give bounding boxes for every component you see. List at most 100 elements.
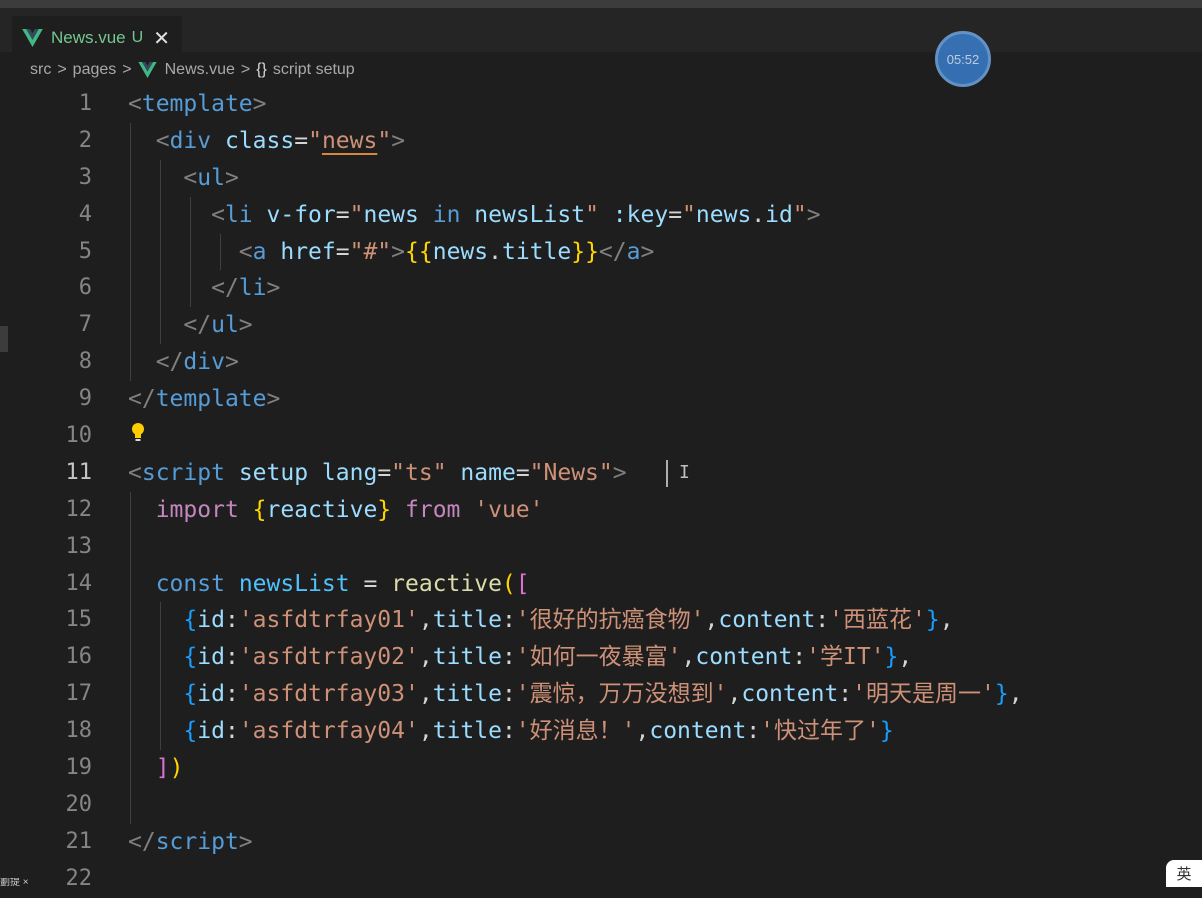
code-token: script [155, 828, 239, 855]
code-token: : [501, 644, 516, 671]
code-line[interactable]: 14 const newsList = reactive([ [0, 565, 1202, 603]
code-token: = [668, 201, 683, 228]
code-line[interactable]: 13 [0, 528, 1202, 566]
code-token: ( [501, 570, 516, 597]
line-number: 9 [78, 386, 92, 412]
code-token: div [183, 349, 225, 376]
code-line[interactable]: 19 ]) [0, 750, 1202, 787]
code-token: "#" [349, 238, 392, 265]
code-token: content [718, 607, 816, 634]
code-token: v-for [266, 201, 336, 228]
code-line[interactable]: 8 </div> [0, 344, 1202, 382]
text-caret [666, 459, 668, 487]
code-line[interactable]: 20 [0, 786, 1202, 824]
line-number: 2 [78, 127, 92, 153]
code-token: , [681, 644, 696, 671]
code-token: = [335, 238, 350, 265]
code-text: {id:'asfdtrfay02',title:'如何一夜暴富',content… [128, 639, 912, 676]
code-token: " [349, 201, 364, 228]
code-token: const [155, 570, 225, 597]
code-line[interactable]: 18 {id:'asfdtrfay04',title:'好消息！',conten… [0, 713, 1202, 751]
tab-filename: News.vue [51, 28, 126, 47]
code-token: } [994, 681, 1009, 708]
code-token: : [815, 607, 830, 634]
lightbulb-icon[interactable] [130, 422, 146, 444]
code-line[interactable]: 16 {id:'asfdtrfay02',title:'如何一夜暴富',cont… [0, 639, 1202, 677]
code-token: , [1008, 681, 1023, 708]
code-token: " [585, 201, 599, 228]
code-token: template [155, 386, 267, 413]
code-token: > [391, 127, 406, 154]
code-text: {id:'asfdtrfay04',title:'好消息！',content:'… [128, 713, 894, 750]
close-icon[interactable]: ✕ [153, 26, 170, 51]
code-token: id [765, 201, 793, 228]
code-line[interactable]: 10 [0, 418, 1202, 455]
line-number: 15 [65, 607, 93, 633]
code-token: : [224, 607, 239, 634]
editor-tab-bar: News.vue U ✕ [0, 8, 1202, 60]
code-token: , [418, 718, 433, 745]
window-title-bar [0, 0, 1202, 8]
line-number: 19 [65, 755, 93, 781]
code-token: , [727, 681, 742, 708]
code-token: } [925, 607, 940, 634]
code-token: < [128, 91, 142, 117]
breadcrumb-item-symbol[interactable]: script setup [273, 61, 355, 79]
breadcrumb: src > pages > News.vue > {} script setup [0, 52, 1202, 88]
code-token: " [682, 201, 696, 228]
code-token: } [879, 718, 894, 745]
code-text: </li> [128, 270, 280, 307]
code-token: ] [155, 755, 170, 782]
code-line[interactable]: 7 </ul> [0, 307, 1202, 345]
code-token: " [308, 127, 322, 154]
code-line[interactable]: 4 <li v-for="news in newsList" :key="new… [0, 196, 1202, 234]
code-token: }} [571, 238, 599, 265]
line-number: 16 [65, 644, 93, 670]
code-line[interactable]: 22 [0, 861, 1202, 898]
code-line[interactable]: 21 </script> [0, 824, 1202, 861]
code-token: title [501, 238, 572, 265]
code-line[interactable]: 17 {id:'asfdtrfay03',title:'震惊，万万没想到',co… [0, 676, 1202, 714]
code-token: } [377, 496, 392, 523]
breadcrumb-item-file[interactable]: News.vue [165, 61, 235, 79]
code-token: . [751, 201, 766, 228]
breadcrumb-item-pages[interactable]: pages [73, 61, 117, 79]
code-token: { [183, 718, 198, 745]
code-token: script [141, 459, 225, 486]
breadcrumb-item-src[interactable]: src [30, 61, 51, 79]
code-line[interactable]: 5 <a href="#">{{news.title}}</a> [0, 233, 1202, 271]
code-line[interactable]: 15 {id:'asfdtrfay01',title:'很好的抗癌食物',con… [0, 602, 1202, 640]
code-line[interactable]: 3 <ul> [0, 159, 1202, 197]
code-token: '好消息！' [515, 718, 636, 745]
line-number: 18 [65, 718, 93, 744]
code-text: ]) [128, 750, 184, 787]
code-token: { [183, 607, 198, 634]
code-token: href [280, 238, 336, 265]
code-token: '很好的抗癌食物' [515, 607, 705, 634]
code-line[interactable]: 11 <script setup lang="ts" name="News"> I [0, 455, 1202, 492]
code-token: {{ [405, 238, 433, 265]
code-line[interactable]: 6 </li> [0, 270, 1202, 308]
code-line[interactable]: 2 <div class="news"> [0, 122, 1202, 160]
code-editor[interactable]: 1 <template> 2 <div class="news"> 3 <ul> 4 <… [0, 86, 1202, 898]
code-token: "News" [529, 459, 613, 486]
code-line[interactable]: 12 import {reactive} from 'vue' [0, 491, 1202, 529]
code-token: title [432, 681, 502, 708]
code-token: news [432, 238, 489, 265]
text-cursor-icon: I [679, 461, 690, 483]
code-token: < [128, 459, 142, 486]
line-number: 11 [65, 459, 93, 485]
code-token: import [155, 496, 239, 523]
code-token: '西蓝花' [829, 607, 926, 634]
line-number: 5 [78, 238, 92, 264]
code-text: </script> [128, 824, 253, 861]
code-line[interactable]: 1 <template> [0, 86, 1202, 123]
code-line[interactable]: 9 </template> [0, 381, 1202, 418]
ime-indicator[interactable]: 英 [1166, 860, 1202, 887]
code-token: id [197, 607, 225, 634]
code-token: < [238, 238, 253, 265]
